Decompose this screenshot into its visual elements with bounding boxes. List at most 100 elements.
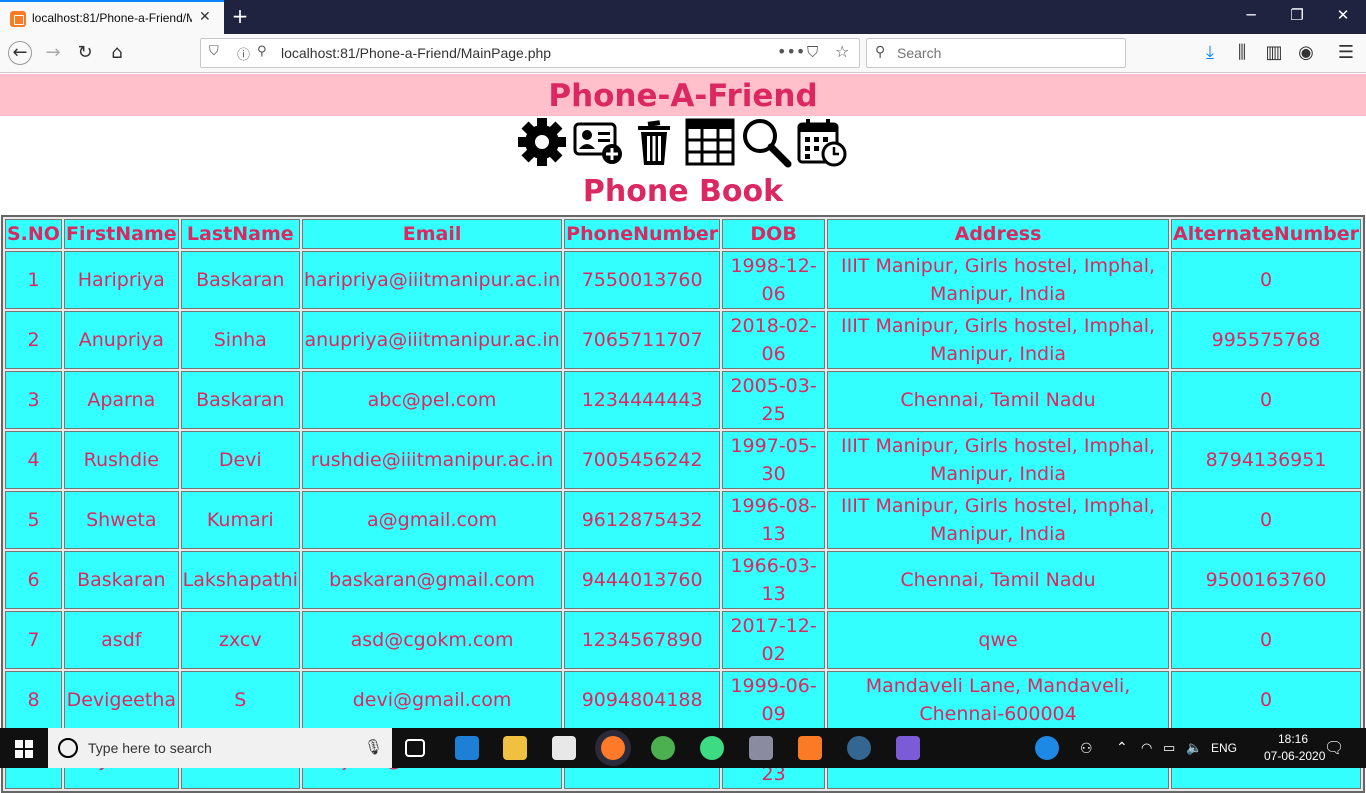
- chrome-icon[interactable]: [651, 736, 675, 760]
- column-header: Email: [301, 219, 563, 249]
- header-band: Phone-A-Friend: [0, 74, 1366, 116]
- search-icon[interactable]: [740, 116, 792, 168]
- app-icon[interactable]: [749, 736, 773, 760]
- column-header: DOB: [722, 219, 826, 249]
- clock-time[interactable]: 18:16: [1278, 732, 1308, 746]
- windows-start-icon[interactable]: [15, 740, 33, 758]
- table-row: 3 Aparna Baskaran abc@pel.com 1234444443 2005…: [5, 371, 1361, 429]
- shield-icon[interactable]: ⛉: [209, 44, 219, 59]
- table-icon[interactable]: [684, 116, 736, 168]
- dev-tool-icon[interactable]: [896, 736, 920, 760]
- volume-icon[interactable]: 🔈: [1186, 740, 1202, 756]
- gear-icon[interactable]: [516, 116, 568, 168]
- microphone-icon[interactable]: 🎙: [364, 738, 383, 756]
- table-cell: 0: [1171, 371, 1361, 429]
- table-cell: 1996-08-13: [722, 491, 826, 549]
- url-text: localhost:81/Phone-a-Friend/MainPage.php: [281, 45, 552, 61]
- phone-book-table: S.NO FirstName LastName Email PhoneNumbe…: [1, 215, 1365, 793]
- xampp-icon[interactable]: [798, 736, 822, 760]
- sidebar-icon[interactable]: ▥: [1262, 41, 1286, 65]
- task-view-icon[interactable]: [405, 739, 425, 757]
- store-icon[interactable]: [552, 736, 576, 760]
- table-cell: 0: [1171, 671, 1361, 729]
- table-cell: qwe: [827, 611, 1170, 669]
- table-cell: Kumari: [180, 491, 300, 549]
- table-row: 6 Baskaran Lakshapathi baskaran@gmail.com 94…: [5, 551, 1361, 609]
- table-cell: 8794136951: [1171, 431, 1361, 489]
- table-cell: IIIT Manipur, Girls hostel, Imphal, Mani…: [827, 491, 1170, 549]
- table-cell: 1998-12-06: [722, 251, 826, 309]
- table-cell: 8: [5, 671, 62, 729]
- column-header: PhoneNumber: [564, 219, 721, 249]
- taskbar-search-box[interactable]: Type here to search 🎙: [48, 728, 392, 768]
- page-title: Phone Book: [582, 174, 784, 209]
- browser-nav-bar: ← → ↻ ⌂ ⛉ ⓘ ⚲ localhost:81/Phone-a-Frien…: [0, 34, 1366, 73]
- table-cell: Baskaran: [180, 371, 300, 429]
- table-cell: Mandaveli Lane, Mandaveli, Chennai-60000…: [827, 671, 1170, 729]
- table-cell: S: [180, 671, 300, 729]
- home-icon[interactable]: ⌂: [105, 41, 129, 65]
- xampp-favicon-icon: [10, 11, 26, 27]
- table-cell: 9094804188: [564, 671, 721, 729]
- tab-close-icon[interactable]: ✕: [199, 9, 211, 25]
- browser-tab[interactable]: localhost:81/Phone-a-Friend/M ✕: [0, 0, 224, 34]
- trash-icon[interactable]: [628, 116, 680, 168]
- browser-search-box[interactable]: ⚲ Search: [866, 38, 1126, 68]
- table-cell: asd@cgokm.com: [301, 611, 563, 669]
- restore-icon[interactable]: ❐: [1282, 6, 1312, 24]
- column-header: FirstName: [63, 219, 179, 249]
- search-icon: ⚲: [875, 44, 886, 60]
- info-icon[interactable]: ⓘ: [237, 44, 250, 63]
- edge-icon[interactable]: [455, 736, 479, 760]
- language-indicator[interactable]: ENG: [1211, 741, 1237, 755]
- page-actions-icon[interactable]: •••: [777, 42, 805, 61]
- table-cell: IIIT Manipur, Girls hostel, Imphal, Mani…: [827, 311, 1170, 369]
- close-window-icon[interactable]: ✕: [1328, 6, 1358, 24]
- cortana-icon: [58, 738, 78, 758]
- people-icon[interactable]: ⚇: [1080, 740, 1093, 757]
- table-cell: 7005456242: [564, 431, 721, 489]
- tray-chevron-icon[interactable]: ⌃: [1116, 739, 1128, 756]
- table-cell: Aparna: [63, 371, 179, 429]
- table-cell: 2005-03-25: [722, 371, 826, 429]
- table-cell: Haripriya: [63, 251, 179, 309]
- file-explorer-icon[interactable]: [503, 736, 527, 760]
- calendar-clock-icon[interactable]: [796, 116, 848, 168]
- table-header-row: S.NO FirstName LastName Email PhoneNumbe…: [5, 219, 1361, 249]
- bookmark-star-icon[interactable]: ☆: [835, 42, 849, 61]
- table-row: 5 Shweta Kumari a@gmail.com 9612875432 1996-0…: [5, 491, 1361, 549]
- postgres-icon[interactable]: [847, 736, 871, 760]
- permissions-icon[interactable]: ⚲: [257, 44, 267, 59]
- account-icon[interactable]: ◉: [1294, 41, 1318, 65]
- new-tab-icon[interactable]: +: [230, 4, 250, 28]
- help-icon[interactable]: [1035, 736, 1059, 760]
- pocket-icon[interactable]: ⛉: [807, 43, 818, 61]
- forward-icon[interactable]: →: [41, 41, 65, 65]
- minimize-icon[interactable]: ─: [1236, 6, 1266, 24]
- firefox-icon[interactable]: [601, 736, 625, 760]
- search-placeholder: Search: [897, 45, 942, 61]
- android-studio-icon[interactable]: [700, 736, 724, 760]
- table-cell: 9444013760: [564, 551, 721, 609]
- table-cell: 5: [5, 491, 62, 549]
- table-cell: asdf: [63, 611, 179, 669]
- table-cell: Lakshapathi: [180, 551, 300, 609]
- url-bar[interactable]: ⛉ ⓘ ⚲ localhost:81/Phone-a-Friend/MainPa…: [200, 38, 860, 68]
- reload-icon[interactable]: ↻: [73, 41, 97, 65]
- downloads-icon[interactable]: ⤓: [1198, 41, 1222, 65]
- menu-icon[interactable]: ☰: [1334, 41, 1358, 65]
- network-icon[interactable]: ◠: [1141, 740, 1152, 756]
- back-icon[interactable]: ←: [8, 41, 32, 65]
- column-header: Address: [827, 219, 1170, 249]
- table-cell: Sinha: [180, 311, 300, 369]
- table-cell: a@gmail.com: [301, 491, 563, 549]
- table-cell: Devi: [180, 431, 300, 489]
- battery-icon[interactable]: ▭: [1163, 740, 1175, 756]
- library-icon[interactable]: ⫼: [1230, 41, 1254, 65]
- clock-date[interactable]: 07-06-2020: [1264, 749, 1325, 763]
- column-header: S.NO: [5, 219, 62, 249]
- site-title: Phone-A-Friend: [548, 78, 818, 114]
- add-contact-icon[interactable]: [572, 116, 624, 168]
- notifications-icon[interactable]: 🗨: [1324, 738, 1344, 758]
- table-cell: 6: [5, 551, 62, 609]
